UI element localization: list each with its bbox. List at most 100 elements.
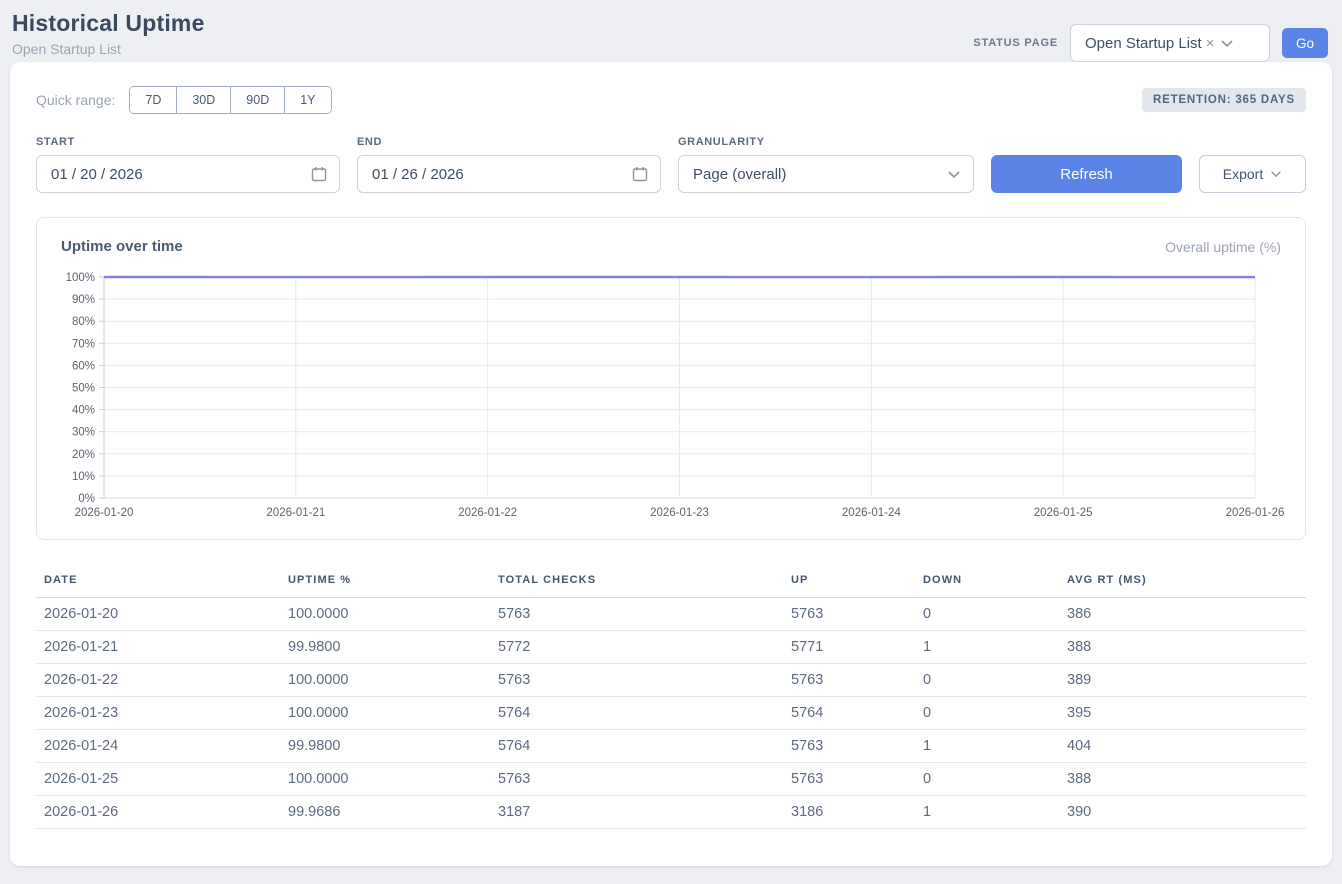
- table-cell: 0: [915, 664, 1059, 697]
- granularity-selected-value: Page (overall): [693, 166, 786, 183]
- table-cell: 3187: [490, 796, 783, 829]
- granularity-field: GRANULARITY Page (overall): [678, 136, 974, 193]
- uptime-chart-card: Uptime over time Overall uptime (%) 0%10…: [36, 217, 1306, 540]
- retention-badge: RETENTION: 365 DAYS: [1142, 88, 1306, 112]
- table-cell: 100.0000: [280, 598, 490, 631]
- calendar-icon[interactable]: [632, 166, 648, 182]
- end-date-input[interactable]: 01 / 26 / 2026: [357, 155, 661, 193]
- uptime-table: DATEUPTIME %TOTAL CHECKSUPDOWNAVG RT (MS…: [36, 564, 1306, 829]
- column-header: DOWN: [915, 564, 1059, 598]
- table-cell: 2026-01-26: [36, 796, 280, 829]
- quick-range-1y-button[interactable]: 1Y: [284, 87, 330, 113]
- column-header: UP: [783, 564, 915, 598]
- export-button-label: Export: [1223, 166, 1263, 182]
- table-cell: 1: [915, 796, 1059, 829]
- table-cell: 99.9800: [280, 631, 490, 664]
- y-tick-label: 30%: [72, 427, 95, 439]
- x-tick-label: 2026-01-25: [1034, 507, 1093, 519]
- quick-range-90d-button[interactable]: 90D: [230, 87, 284, 113]
- column-header: DATE: [36, 564, 280, 598]
- start-date-label: START: [36, 136, 340, 148]
- status-page-selected-value: Open Startup List: [1085, 35, 1202, 52]
- y-tick-label: 20%: [72, 449, 95, 461]
- chart-title: Uptime over time: [61, 238, 183, 255]
- export-button[interactable]: Export: [1199, 155, 1306, 193]
- table-row: 2026-01-23100.0000576457640395: [36, 697, 1306, 730]
- table-cell: 2026-01-20: [36, 598, 280, 631]
- page-subtitle: Open Startup List: [12, 41, 205, 57]
- calendar-icon[interactable]: [311, 166, 327, 182]
- chevron-down-icon: [947, 170, 961, 179]
- table-cell: 0: [915, 697, 1059, 730]
- table-cell: 404: [1059, 730, 1306, 763]
- table-cell: 5772: [490, 631, 783, 664]
- table-cell: 5763: [783, 664, 915, 697]
- table-cell: 1: [915, 730, 1059, 763]
- page-header: Historical Uptime Open Startup List STAT…: [0, 0, 1342, 62]
- header-actions: STATUS PAGE Open Startup List × Go: [973, 24, 1328, 62]
- y-tick-label: 40%: [72, 405, 95, 417]
- x-tick-label: 2026-01-22: [458, 507, 517, 519]
- refresh-button[interactable]: Refresh: [991, 155, 1182, 193]
- table-cell: 5763: [490, 598, 783, 631]
- column-header: AVG RT (MS): [1059, 564, 1306, 598]
- table-cell: 395: [1059, 697, 1306, 730]
- table-row: 2026-01-25100.0000576357630388: [36, 763, 1306, 796]
- chevron-down-icon: [1270, 170, 1282, 178]
- table-cell: 99.9800: [280, 730, 490, 763]
- quick-range-label: Quick range:: [36, 92, 115, 108]
- table-cell: 2026-01-21: [36, 631, 280, 664]
- table-row: 2026-01-20100.0000576357630386: [36, 598, 1306, 631]
- table-cell: 389: [1059, 664, 1306, 697]
- table-cell: 1: [915, 631, 1059, 664]
- table-cell: 2026-01-25: [36, 763, 280, 796]
- end-date-field: END 01 / 26 / 2026: [357, 136, 661, 193]
- table-cell: 100.0000: [280, 697, 490, 730]
- main-panel: Quick range: 7D30D90D1Y RETENTION: 365 D…: [10, 62, 1332, 866]
- chevron-down-icon: [1220, 39, 1234, 48]
- status-page-label: STATUS PAGE: [973, 37, 1058, 49]
- granularity-select[interactable]: Page (overall): [678, 155, 974, 193]
- table-cell: 3186: [783, 796, 915, 829]
- end-date-value: 01 / 26 / 2026: [372, 166, 464, 183]
- status-page-select[interactable]: Open Startup List ×: [1070, 24, 1270, 62]
- uptime-line-chart: 0%10%20%30%40%50%60%70%80%90%100%2026-01…: [37, 263, 1309, 525]
- table-cell: 388: [1059, 631, 1306, 664]
- table-cell: 5764: [490, 697, 783, 730]
- page-title: Historical Uptime: [12, 10, 205, 37]
- table-cell: 2026-01-22: [36, 664, 280, 697]
- y-tick-label: 80%: [72, 316, 95, 328]
- table-cell: 2026-01-23: [36, 697, 280, 730]
- table-cell: 2026-01-24: [36, 730, 280, 763]
- table-cell: 5763: [783, 598, 915, 631]
- x-tick-label: 2026-01-20: [75, 507, 134, 519]
- table-row: 2026-01-2699.9686318731861390: [36, 796, 1306, 829]
- table-cell: 99.9686: [280, 796, 490, 829]
- y-tick-label: 60%: [72, 360, 95, 372]
- table-row: 2026-01-2499.9800576457631404: [36, 730, 1306, 763]
- table-cell: 386: [1059, 598, 1306, 631]
- clear-selection-icon[interactable]: ×: [1206, 35, 1215, 52]
- quick-range-7d-button[interactable]: 7D: [130, 87, 176, 113]
- y-tick-label: 90%: [72, 294, 95, 306]
- table-cell: 5764: [490, 730, 783, 763]
- x-tick-label: 2026-01-24: [842, 507, 901, 519]
- toolbar-row: Quick range: 7D30D90D1Y RETENTION: 365 D…: [36, 86, 1306, 114]
- table-cell: 5763: [783, 763, 915, 796]
- x-tick-label: 2026-01-21: [266, 507, 325, 519]
- table-cell: 100.0000: [280, 664, 490, 697]
- table-cell: 5764: [783, 697, 915, 730]
- table-cell: 0: [915, 598, 1059, 631]
- y-tick-label: 70%: [72, 338, 95, 350]
- x-tick-label: 2026-01-23: [650, 507, 709, 519]
- y-tick-label: 50%: [72, 383, 95, 395]
- quick-range-group: 7D30D90D1Y: [129, 86, 331, 114]
- go-button[interactable]: Go: [1282, 28, 1328, 58]
- table-cell: 0: [915, 763, 1059, 796]
- start-date-input[interactable]: 01 / 20 / 2026: [36, 155, 340, 193]
- column-header: UPTIME %: [280, 564, 490, 598]
- table-row: 2026-01-2199.9800577257711388: [36, 631, 1306, 664]
- uptime-table-wrap: DATEUPTIME %TOTAL CHECKSUPDOWNAVG RT (MS…: [36, 564, 1306, 829]
- quick-range-30d-button[interactable]: 30D: [176, 87, 230, 113]
- column-header: TOTAL CHECKS: [490, 564, 783, 598]
